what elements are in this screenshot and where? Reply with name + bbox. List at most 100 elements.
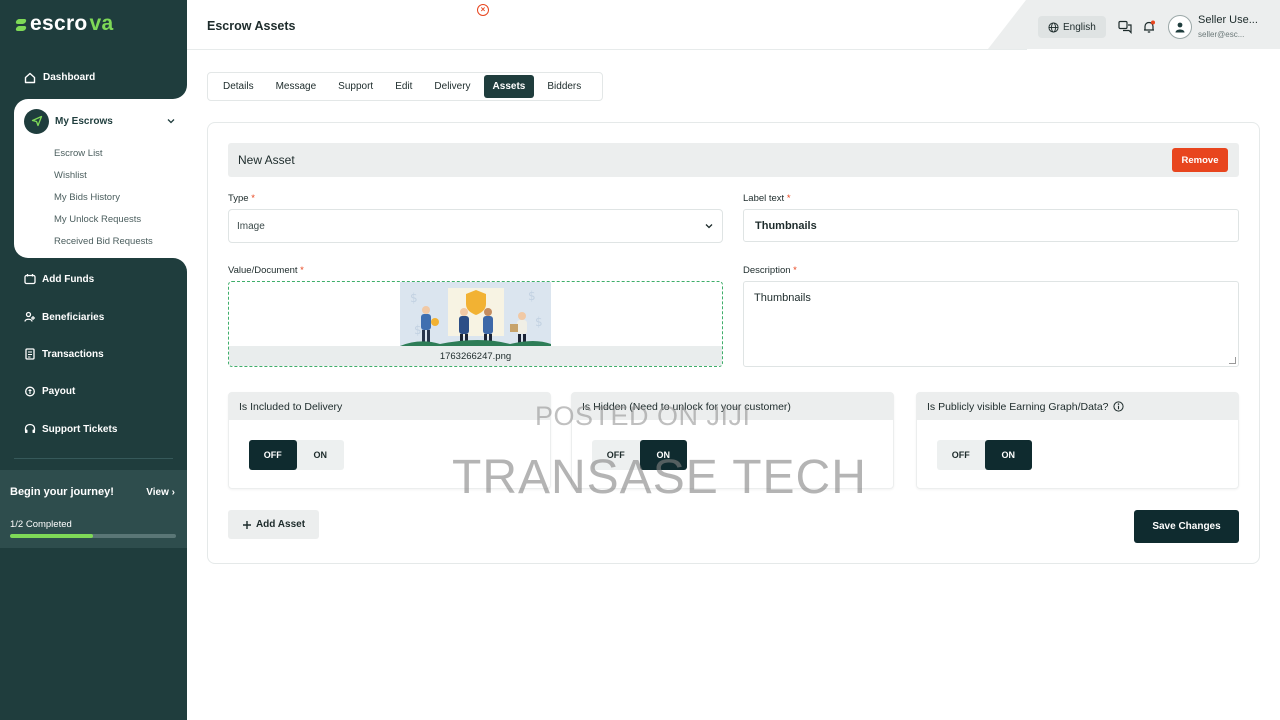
remove-asset-button[interactable]: Remove [1172,148,1228,172]
toggle-title: Is Publicly visible Earning Graph/Data? [927,400,1109,413]
remove-file-icon[interactable]: × [477,4,489,16]
description-label-text: Description [743,265,791,276]
header-divider [187,49,1027,50]
svg-text:$: $ [410,291,418,305]
tab-bidders[interactable]: Bidders [536,75,592,98]
journey-progress-fill [10,534,93,538]
sidebar-item-my-escrows[interactable]: My Escrows [24,108,180,134]
label-text-input[interactable]: Thumbnails [743,209,1239,242]
sidebar-item-label: Beneficiaries [42,311,105,323]
label-text-label-text: Label text [743,193,785,204]
add-asset-button[interactable]: Add Asset [228,510,319,539]
uploaded-image-thumbnail: $ $ $ $ [400,282,551,346]
language-label: English [1063,21,1096,33]
sidebar-item-dashboard[interactable]: Dashboard [0,56,187,99]
chat-icon[interactable] [1118,20,1132,34]
language-selector[interactable]: English [1038,16,1106,38]
chevron-right-icon: › [171,487,175,498]
description-value: Thumbnails [754,292,811,304]
tab-edit[interactable]: Edit [384,75,423,98]
send-icon [24,108,49,134]
tab-message[interactable]: Message [265,75,328,98]
sidebar-divider [14,458,173,459]
add-asset-label: Add Asset [255,519,306,530]
switch-off-option[interactable]: OFF [937,440,985,470]
value-document-label-text: Value/Document [228,265,298,276]
toggle-title: Is Included to Delivery [239,400,343,413]
sidebar-subitem-received-bid-requests[interactable]: Received Bid Requests [54,236,153,247]
journey-completed-text: 1/2 Completed [10,519,72,530]
user-name[interactable]: Seller Use... [1198,14,1258,26]
logo-text-accent: va [89,12,114,35]
tab-support[interactable]: Support [327,75,384,98]
value-document-label: Value/Document * [228,265,304,276]
required-marker: * [786,193,791,204]
logo-text: escro [30,12,88,35]
file-upload-dropzone[interactable]: $ $ $ $ 1763266247.png [228,281,723,367]
required-marker: * [251,193,255,204]
sidebar-subitem-escrow-list[interactable]: Escrow List [54,148,103,159]
switch-on-option[interactable]: ON [984,440,1032,470]
description-label: Description * [743,265,797,276]
chevron-down-icon [705,224,713,229]
resize-handle-icon[interactable] [1229,357,1236,364]
sidebar-item-label: Transactions [42,348,104,360]
public-earnings-switch[interactable]: OFF ON [937,440,1032,470]
escrova-logo[interactable]: escro va [16,12,114,36]
journey-title: Begin your journey! [10,486,114,498]
globe-icon [1048,21,1059,33]
type-label: Type * [228,193,255,204]
plus-icon [242,520,251,529]
journey-view-link[interactable]: View › [146,487,175,498]
receipt-icon [25,348,35,360]
tab-delivery[interactable]: Delivery [423,75,481,98]
watermark-line-1: POSTED ON JIJI [535,401,751,431]
sidebar-item-transactions[interactable]: Transactions [24,348,104,360]
tab-assets[interactable]: Assets [483,75,535,98]
save-changes-button[interactable]: Save Changes [1134,510,1239,543]
switch-off-option[interactable]: OFF [249,440,297,470]
sidebar-item-payout[interactable]: Payout [24,385,75,397]
included-delivery-switch[interactable]: OFF ON [249,440,344,470]
logo-mark-icon [16,16,28,32]
svg-text:$: $ [414,323,422,337]
watermark-line-2: TRANSASE TECH [452,451,867,504]
users-icon [24,311,35,322]
chevron-down-icon [167,119,175,124]
home-icon [24,72,36,83]
toggle-card-public-earnings: Is Publicly visible Earning Graph/Data? … [916,392,1239,489]
escrow-tabs: Details Message Support Edit Delivery As… [207,72,603,101]
sidebar-item-label: Dashboard [43,72,96,83]
tab-details[interactable]: Details [212,75,265,98]
svg-text:$: $ [535,315,543,329]
journey-view-label: View [146,487,169,498]
type-select[interactable]: Image [228,209,723,243]
headset-icon [24,423,36,433]
sidebar-item-label: Support Tickets [42,423,118,435]
sidebar-item-beneficiaries[interactable]: Beneficiaries [24,311,104,323]
sidebar-item-label: Payout [42,385,76,397]
sidebar-subitem-unlock-requests[interactable]: My Unlock Requests [54,214,141,225]
asset-section-title: New Asset [238,153,295,167]
sidebar-subitem-bids-history[interactable]: My Bids History [54,192,120,203]
page-title: Escrow Assets [207,19,296,33]
switch-on-option[interactable]: ON [297,440,345,470]
type-select-value: Image [237,220,265,232]
journey-progress-bar [10,534,176,538]
user-icon [1175,22,1185,33]
uploaded-file-name: 1763266247.png [229,346,722,366]
info-icon[interactable] [1112,401,1124,412]
sidebar-item-add-funds[interactable]: Add Funds [24,273,94,285]
sidebar-subitem-wishlist[interactable]: Wishlist [54,170,87,181]
required-marker: * [300,265,304,276]
journey-progress-panel: Begin your journey! View › 1/2 Completed [0,470,187,548]
sidebar-item-support-tickets[interactable]: Support Tickets [24,423,117,435]
label-text-label: Label text * [743,193,791,204]
description-textarea[interactable]: Thumbnails [743,281,1239,367]
sidebar-item-label: My Escrows [55,115,113,127]
sidebar-item-label: Add Funds [42,273,95,285]
user-email: seller@esc... [1198,30,1245,39]
avatar[interactable] [1168,15,1192,39]
type-label-text: Type [228,193,249,204]
bell-icon[interactable] [1142,20,1156,34]
